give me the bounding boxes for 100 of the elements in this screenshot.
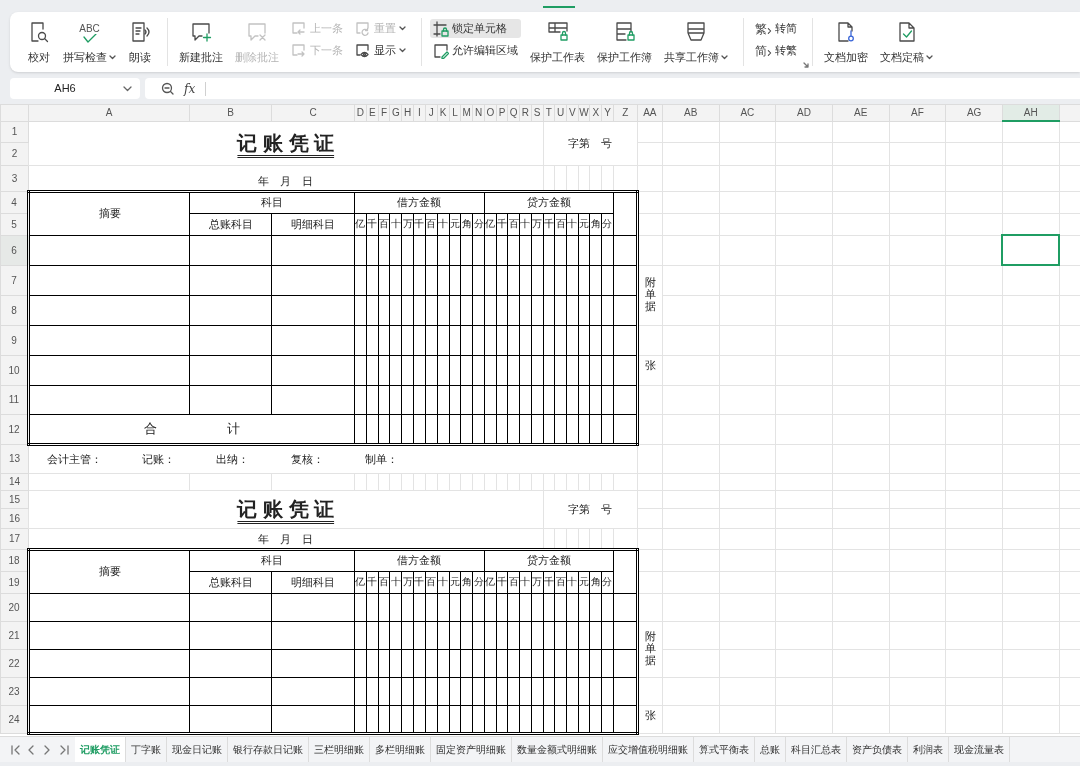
sheet-tab[interactable]: 应交增值税明细账 [603,737,694,762]
sheet-tab[interactable]: 数量金额式明细账 [512,737,603,762]
ribbon-button[interactable]: 繁 转简 [752,19,800,38]
voucher-number-label: 字第 号 [543,490,638,528]
row-header[interactable]: 18 [0,549,29,571]
header-cell: 贷方金额 [484,191,614,213]
ribbon-button[interactable]: 锁定单元格 [430,19,521,38]
column-header[interactable]: W [578,104,590,121]
icon-glyph: ABC [79,24,100,34]
zoom-icon [161,82,174,95]
digit-header: 万 [401,213,414,235]
sheet-tab[interactable]: 银行存款日记账 [228,737,309,762]
sheet-tab[interactable]: 利润表 [908,737,949,762]
ribbon-button[interactable]: 校对 [22,12,56,66]
sheet-tab[interactable]: 多栏明细账 [370,737,431,762]
box-pencil-icon [433,42,449,59]
sheet-tab[interactable]: 现金日记账 [167,737,228,762]
column-header[interactable]: P [496,104,508,121]
column-header[interactable]: Z [613,104,638,121]
digit-header: 百 [554,571,567,593]
digit-header: 千 [543,571,555,593]
row-header[interactable]: 2 [0,142,29,165]
row-header[interactable]: 23 [0,677,29,705]
sheet-tab[interactable]: 现金流量表 [949,737,1010,762]
header-cell: 总账科目 [189,213,272,235]
digit-header: 十 [566,213,579,235]
row-header[interactable]: 10 [0,355,29,385]
row-header[interactable]: 17 [0,528,29,549]
ribbon-button[interactable]: 允许编辑区域 [430,41,521,60]
digit-header: 千 [366,213,379,235]
function-button[interactable]: fx [184,79,196,98]
launcher-button[interactable] [802,61,810,69]
row-header[interactable]: 21 [0,621,29,649]
sheet-tab[interactable]: 科目汇总表 [786,737,847,762]
header-cell: 明细科目 [271,571,355,593]
column-header[interactable]: T [543,104,555,121]
formula-bar[interactable]: fx [145,78,1080,99]
header-cell: 贷方金额 [484,549,614,571]
column-header[interactable]: AF [889,104,946,121]
header-cell: 借方金额 [354,191,485,213]
row-header[interactable]: 11 [0,385,29,414]
row-header[interactable]: 19 [0,571,29,593]
ribbon-button[interactable]: 简 转繁 [752,41,800,60]
column-header[interactable]: AG [945,104,1003,121]
check-icon [81,34,98,44]
ribbon-button[interactable]: 新建批注 [174,12,228,66]
row-header[interactable]: 5 [0,213,29,235]
row-header[interactable]: 3 [0,165,29,191]
skip-right-icon[interactable] [58,743,69,756]
column-header[interactable]: L [449,104,461,121]
column-header[interactable]: AE [832,104,890,121]
row-header[interactable]: 4 [0,191,29,213]
sheet-tab[interactable]: 三栏明细账 [309,737,370,762]
row-header[interactable]: 13 [0,444,29,473]
ribbon-button[interactable]: 保护工作簿 [592,12,657,66]
column-header[interactable]: AA [637,104,663,121]
header-cell: 明细科目 [271,213,355,235]
column-header[interactable]: AH [1002,104,1060,121]
row-header[interactable]: 12 [0,414,29,444]
row-header[interactable]: 16 [0,508,29,528]
row-header[interactable]: 7 [0,265,29,295]
row-header[interactable]: 9 [0,325,29,355]
digit-header: 十 [389,571,402,593]
ribbon-button[interactable]: 文档定稿 [875,12,938,66]
row-header[interactable]: 8 [0,295,29,325]
ribbon-button[interactable]: 共享工作簿 [659,12,733,66]
row-header[interactable]: 24 [0,705,29,733]
column-header[interactable]: B [189,104,272,121]
digit-header: 十 [519,213,532,235]
column-header[interactable]: A [28,104,190,121]
row-header[interactable]: 6 [0,235,29,265]
ribbon-button[interactable]: 保护工作表 [525,12,590,66]
digit-header: 百 [507,571,520,593]
sheet-tab[interactable]: 算式平衡表 [694,737,755,762]
column-header[interactable]: AC [719,104,776,121]
column-header[interactable]: F [378,104,390,121]
ribbon-button[interactable]: 显示 [352,41,409,60]
sheet-tab[interactable]: 总账 [755,737,786,762]
skip-left-icon[interactable] [10,743,21,756]
sheet-tab[interactable]: 丁字账 [126,737,167,762]
column-header[interactable]: AD [775,104,833,121]
sheet-tab[interactable]: 记账凭证 [75,737,126,762]
name-box[interactable]: AH6 [10,78,140,99]
digit-header: 千 [413,213,426,235]
ribbon-button[interactable]: 文档加密 [819,12,873,66]
ribbon-button[interactable]: ABC 拼写检查 [58,12,121,66]
column-header[interactable]: C [271,104,355,121]
sheet-tab[interactable]: 资产负债表 [847,737,908,762]
row-header[interactable]: 20 [0,593,29,621]
signature-label: 制单： [365,451,399,467]
ribbon-button[interactable]: 朗读 [123,12,157,66]
header-cell: 借方金额 [354,549,485,571]
sheet-tab[interactable]: 固定资产明细账 [431,737,512,762]
column-header[interactable]: AB [662,104,720,121]
voucher-number-label: 字第 号 [543,121,638,165]
row-header[interactable]: 22 [0,649,29,677]
row-header[interactable]: 1 [0,121,29,142]
selected-cell[interactable] [1002,235,1060,265]
total-label: 合 [144,419,158,438]
digit-header: 元 [449,571,461,593]
